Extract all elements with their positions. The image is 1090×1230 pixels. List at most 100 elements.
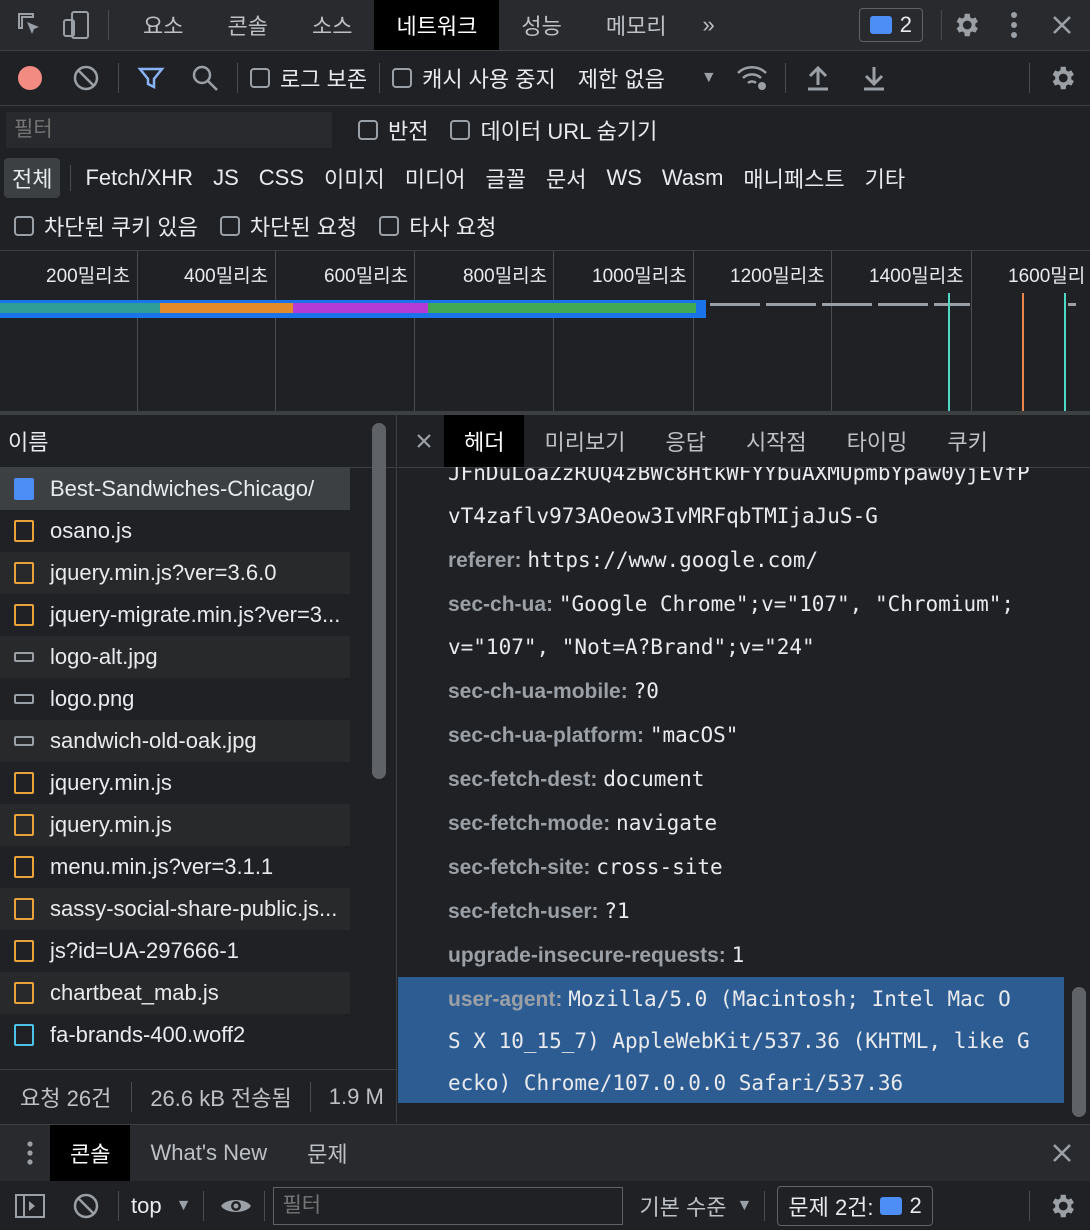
type-filter-css[interactable]: CSS <box>251 161 312 195</box>
request-row[interactable]: jquery.min.js <box>0 804 350 846</box>
close-drawer-icon[interactable] <box>1042 1133 1082 1173</box>
clear-icon[interactable] <box>66 58 106 98</box>
request-name: sandwich-old-oak.jpg <box>50 728 257 753</box>
network-conditions-icon[interactable] <box>733 58 773 98</box>
request-row[interactable]: logo-alt.jpg <box>0 636 350 678</box>
request-row[interactable]: fa-brands-400.woff2 <box>0 1014 350 1056</box>
export-har-icon[interactable] <box>854 58 894 98</box>
import-har-icon[interactable] <box>798 58 838 98</box>
header-key: sec-fetch-user: <box>448 900 599 923</box>
script-icon <box>14 898 34 920</box>
tick-line <box>553 251 554 411</box>
header-row-sec-ch-ua-mobile: sec-ch-ua-mobile: ?0 <box>448 679 659 704</box>
type-filter-media[interactable]: 미디어 <box>397 158 474 198</box>
header-value: navigate <box>616 811 718 835</box>
tick-label: 800밀리초 <box>463 266 548 287</box>
resources-size: 1.9 M <box>328 1084 384 1109</box>
header-value-continued: JFnDuLoaZzRUQ4zBWc8HtkWFYYbuAXMUpmbYpaw0… <box>448 467 1030 485</box>
dropdown-arrow-icon[interactable]: ▼ <box>737 1197 753 1215</box>
issues-badge[interactable]: 2 <box>858 8 923 42</box>
preserve-log-checkbox[interactable] <box>250 68 270 88</box>
network-settings-icon[interactable] <box>1042 58 1082 98</box>
tab-timing[interactable]: 타이밍 <box>827 415 928 467</box>
request-row[interactable]: sassy-social-share-public.js... <box>0 888 350 930</box>
context-select[interactable]: top <box>131 1193 162 1219</box>
tab-cookies[interactable]: 쿠키 <box>927 415 1007 467</box>
blocked-requests-checkbox[interactable] <box>219 216 240 236</box>
invert-checkbox[interactable] <box>358 120 378 140</box>
request-row[interactable]: logo.png <box>0 678 350 720</box>
tab-network[interactable]: 네트워크 <box>374 0 500 50</box>
tick-label: 400밀리초 <box>184 266 269 287</box>
throttling-select[interactable]: 제한 없음 <box>578 62 665 94</box>
dropdown-arrow-icon[interactable]: ▼ <box>176 1197 192 1215</box>
type-filter-manifest[interactable]: 매니페스트 <box>735 158 852 198</box>
console-settings-icon[interactable] <box>1042 1186 1082 1226</box>
filter-input[interactable] <box>6 112 332 148</box>
tab-memory[interactable]: 메모리 <box>584 0 689 50</box>
headers-scrollbar[interactable] <box>1072 987 1086 1117</box>
device-toolbar-icon[interactable] <box>56 5 96 45</box>
log-level-select[interactable]: 기본 수준 <box>639 1190 726 1222</box>
show-sidebar-icon[interactable] <box>10 1186 50 1226</box>
request-row[interactable]: sandwich-old-oak.jpg <box>0 720 350 762</box>
tab-preview[interactable]: 미리보기 <box>524 415 645 467</box>
request-row[interactable]: menu.min.js?ver=3.1.1 <box>0 846 350 888</box>
invert-label: 반전 <box>388 119 429 144</box>
tab-console[interactable]: 콘솔 <box>205 0 289 50</box>
close-details-icon[interactable] <box>404 421 444 461</box>
drawer-menu-icon[interactable] <box>10 1133 50 1173</box>
type-filter-img[interactable]: 이미지 <box>316 158 393 198</box>
request-row[interactable]: jquery.min.js <box>0 762 350 804</box>
blocked-cookies-checkbox[interactable] <box>14 216 34 236</box>
tab-elements[interactable]: 요소 <box>121 0 205 50</box>
filter-icon[interactable] <box>131 58 171 98</box>
search-icon[interactable] <box>185 58 225 98</box>
drawer-tab-issues[interactable]: 문제 <box>287 1125 367 1181</box>
timeline-overview[interactable]: 200밀리초 400밀리초 600밀리초 800밀리초 1000밀리초 1200… <box>0 251 1090 415</box>
tab-response[interactable]: 응답 <box>645 415 725 467</box>
drawer-tab-whats-new[interactable]: What's New <box>130 1125 287 1181</box>
console-issues-button[interactable]: 문제 2건: 2 <box>777 1185 933 1226</box>
dropdown-arrow-icon[interactable]: ▼ <box>689 58 729 98</box>
header-key: user-agent: <box>448 988 563 1011</box>
request-row[interactable]: chartbeat_mab.js <box>0 972 350 1014</box>
clear-console-icon[interactable] <box>66 1186 106 1226</box>
column-header-name[interactable]: 이름 <box>0 415 396 468</box>
tick-label: 1600밀리 <box>1008 266 1086 287</box>
drawer-tab-console[interactable]: 콘솔 <box>50 1125 131 1181</box>
type-filter-font[interactable]: 글꼴 <box>477 158 533 198</box>
request-row[interactable]: Best-Sandwiches-Chicago/ <box>0 468 350 510</box>
request-row[interactable]: osano.js <box>0 510 350 552</box>
request-row[interactable]: jquery-migrate.min.js?ver=3... <box>0 594 350 636</box>
tab-performance[interactable]: 성능 <box>499 0 583 50</box>
blocked-requests-label: 차단된 요청 <box>249 215 358 240</box>
request-count: 요청 26건 <box>20 1086 112 1111</box>
tab-headers[interactable]: 헤더 <box>444 415 525 467</box>
type-filter-wasm[interactable]: Wasm <box>654 161 732 195</box>
request-row[interactable]: js?id=UA-297666-1 <box>0 930 350 972</box>
more-tabs-icon[interactable]: » <box>689 5 729 45</box>
settings-gear-icon[interactable] <box>946 5 986 45</box>
request-row[interactable]: jquery.min.js?ver=3.6.0 <box>0 552 350 594</box>
type-filter-doc[interactable]: 문서 <box>538 158 594 198</box>
live-expression-eye-icon[interactable] <box>216 1186 256 1226</box>
record-icon[interactable] <box>10 58 50 98</box>
request-list-scrollbar[interactable] <box>372 423 386 779</box>
third-party-checkbox[interactable] <box>379 216 400 236</box>
tab-initiator[interactable]: 시작점 <box>726 415 827 467</box>
console-filter-input[interactable] <box>273 1186 624 1225</box>
type-filter-ws[interactable]: WS <box>598 161 649 195</box>
hide-data-urls-checkbox[interactable] <box>450 120 471 140</box>
type-filter-other[interactable]: 기타 <box>857 158 913 198</box>
disable-cache-checkbox[interactable] <box>392 68 413 88</box>
request-name: jquery.min.js <box>50 770 172 795</box>
type-filter-js[interactable]: JS <box>205 161 247 195</box>
more-options-icon[interactable] <box>994 5 1034 45</box>
tab-sources[interactable]: 소스 <box>290 0 374 50</box>
third-party-label: 타사 요청 <box>409 215 497 240</box>
type-filter-fetch-xhr[interactable]: Fetch/XHR <box>77 161 201 195</box>
inspect-element-icon[interactable] <box>10 5 50 45</box>
type-filter-all[interactable]: 전체 <box>4 158 61 198</box>
close-devtools-icon[interactable] <box>1042 5 1082 45</box>
